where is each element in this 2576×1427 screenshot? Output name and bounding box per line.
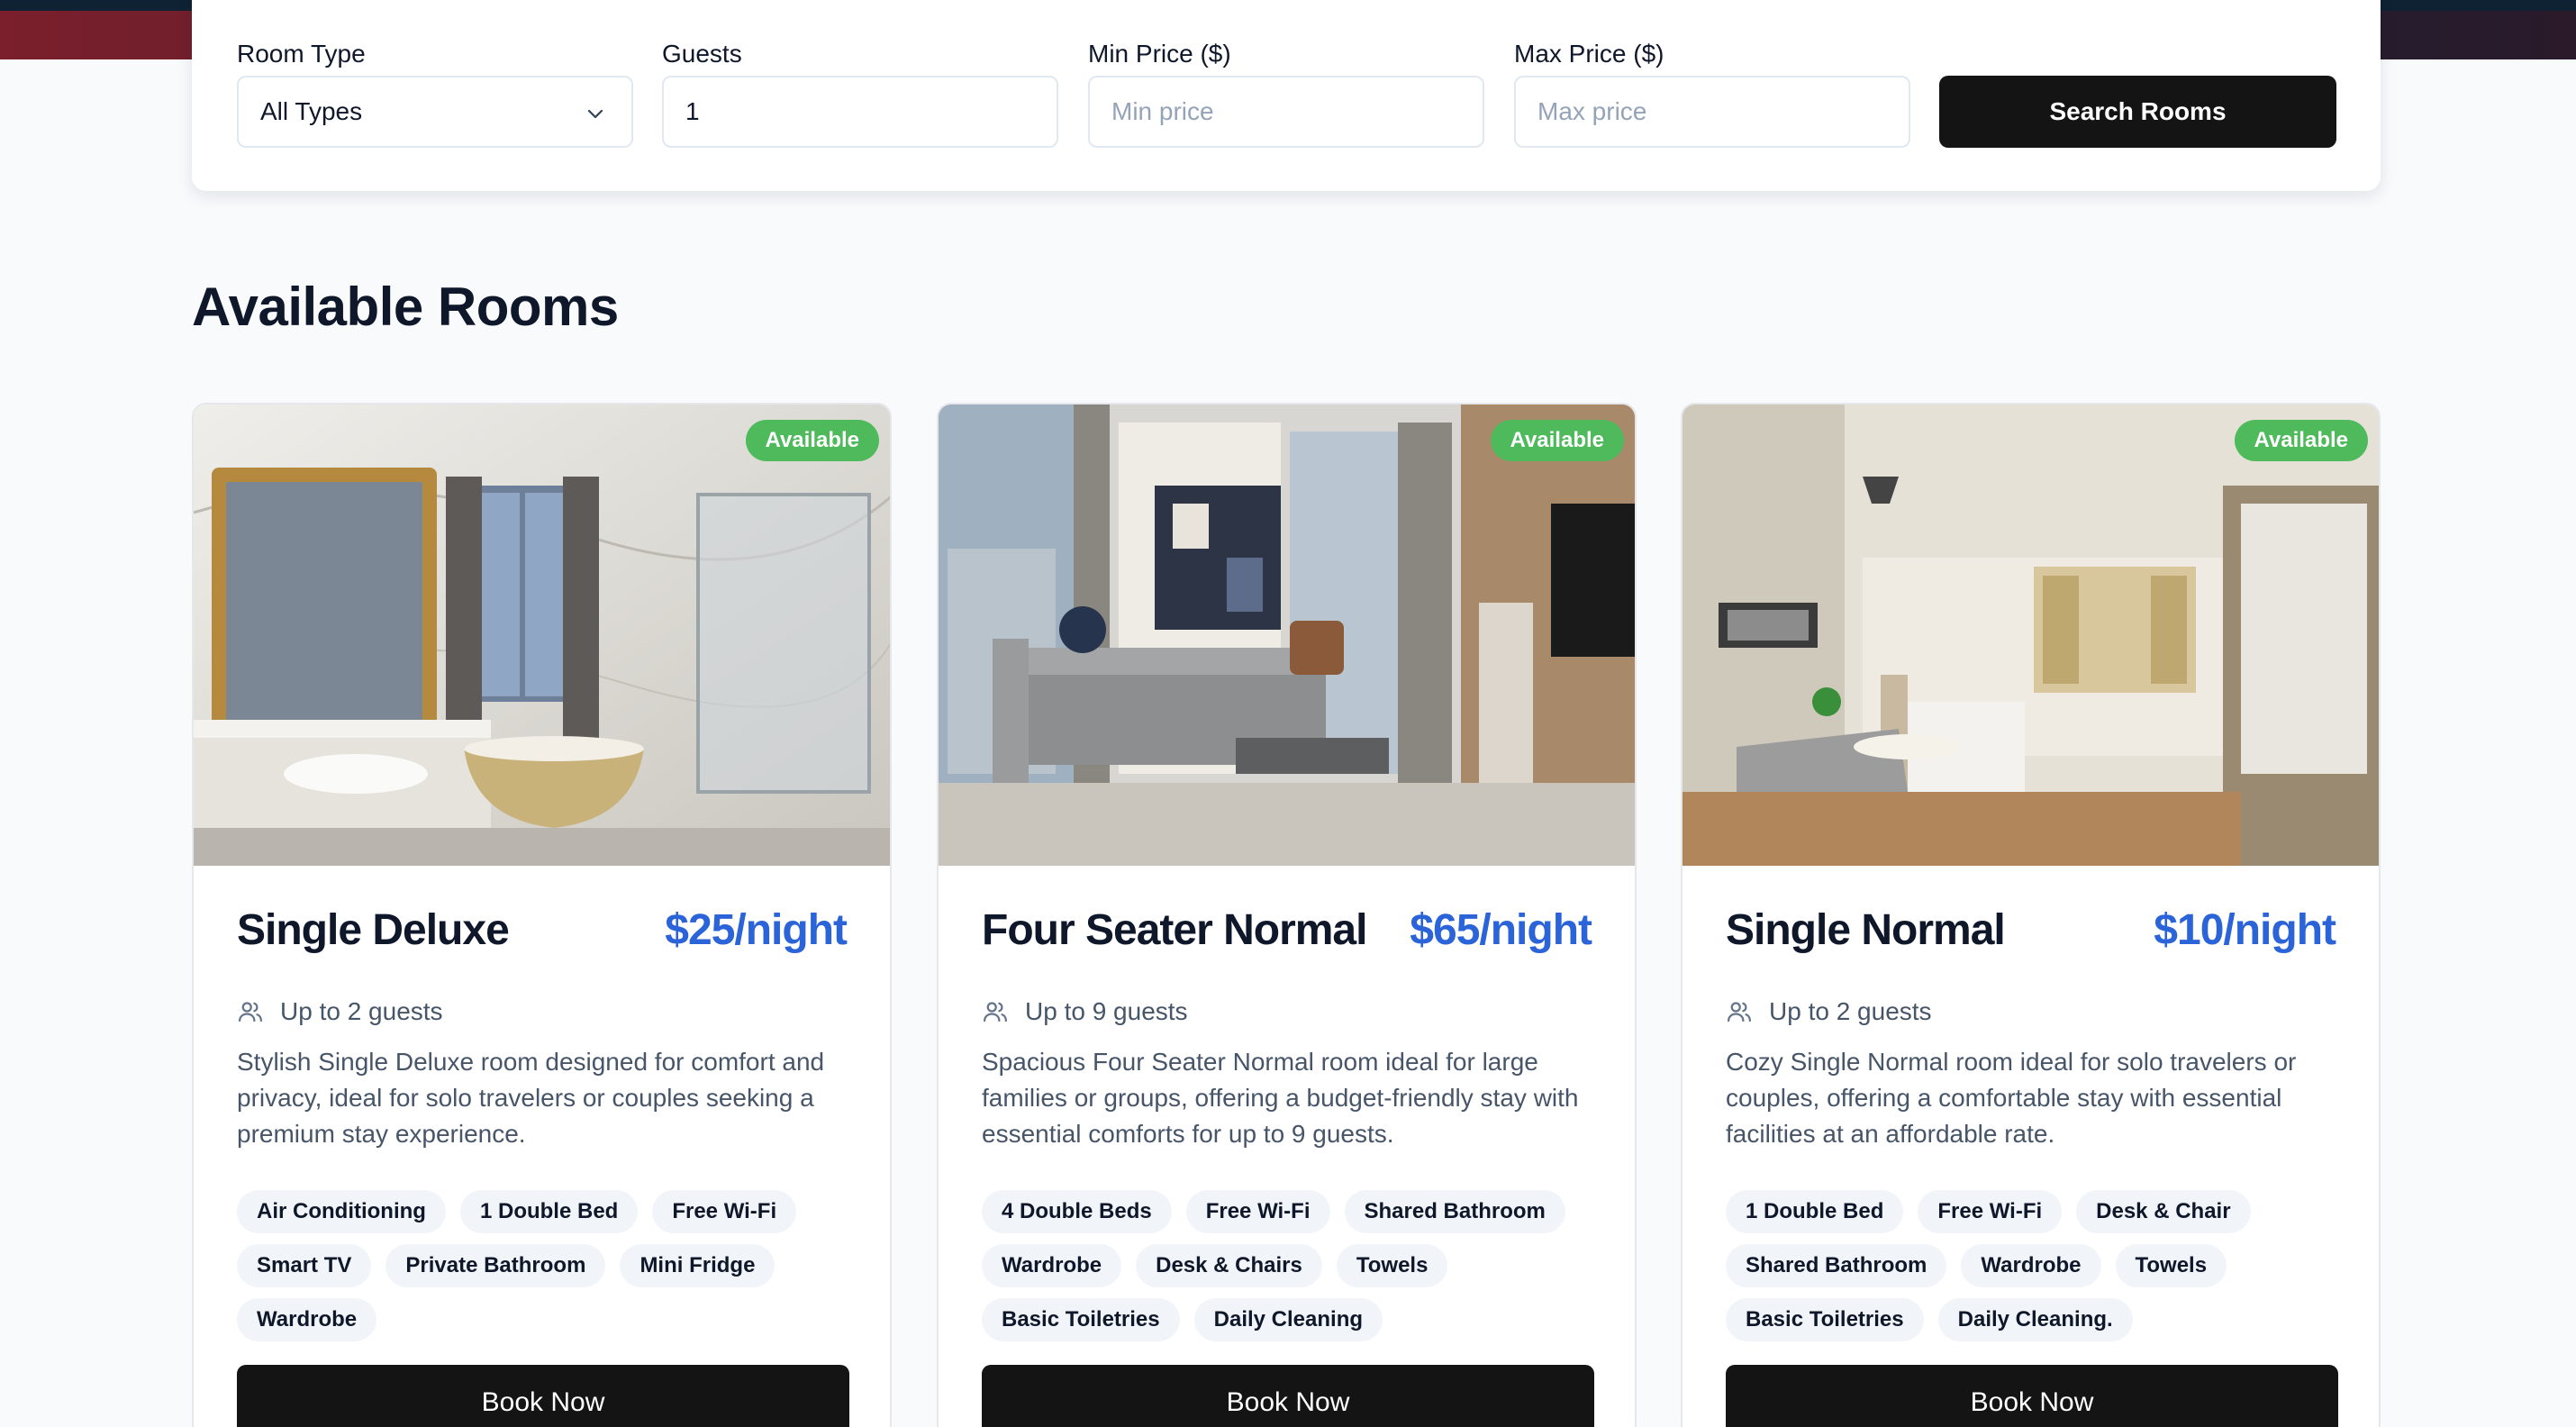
room-photo[interactable]: Available (194, 404, 890, 866)
room-card: Available Single Deluxe $25/night Up to … (192, 403, 892, 1427)
amenity-chip: 1 Double Bed (1726, 1190, 1904, 1233)
room-type-select[interactable]: All Types (237, 76, 633, 148)
room-price: $65/night (1410, 906, 1592, 954)
guest-capacity: Up to 2 guests (1726, 997, 1932, 1026)
amenity-chip: Basic Toiletries (1726, 1298, 1924, 1341)
amenity-chip: 1 Double Bed (459, 1190, 639, 1233)
book-now-button[interactable]: Book Now (1726, 1365, 2338, 1427)
amenity-chip: Daily Cleaning (1193, 1298, 1383, 1341)
room-card: Available Single Normal $10/night Up to … (1681, 403, 2381, 1427)
amenity-chip: Free Wi-Fi (1185, 1190, 1330, 1233)
amenity-chip: Basic Toiletries (982, 1298, 1180, 1341)
chevron-down-icon (587, 109, 603, 119)
guests-input[interactable]: 1 (662, 76, 1058, 148)
amenity-chip: Smart TV (237, 1244, 372, 1287)
amenity-chip: Shared Bathroom (1726, 1244, 1947, 1287)
amenity-chip: Wardrobe (982, 1244, 1122, 1287)
amenity-chip: Air Conditioning (237, 1190, 446, 1233)
amenity-chip: Shared Bathroom (1344, 1190, 1565, 1233)
amenity-chip: Daily Cleaning. (1937, 1298, 2133, 1341)
section-title: Available Rooms (192, 277, 619, 337)
guest-capacity: Up to 2 guests (237, 997, 443, 1026)
room-card: Available Four Seater Normal $65/night U… (937, 403, 1637, 1427)
amenity-chip: Private Bathroom (385, 1244, 606, 1287)
max-price-placeholder: Max price (1537, 97, 1647, 125)
room-description: Cozy Single Normal room ideal for solo t… (1726, 1048, 2297, 1148)
max-price-input[interactable]: Max price (1514, 76, 1910, 148)
room-search-panel: Room Type All Types Guests 1 Min Price (… (192, 0, 2381, 191)
users-icon (984, 1002, 1007, 1023)
room-type-label: Room Type (237, 40, 366, 68)
amenity-chip: Free Wi-Fi (652, 1190, 797, 1233)
amenity-chip: Desk & Chair (2076, 1190, 2251, 1233)
guest-capacity: Up to 9 guests (982, 997, 1188, 1026)
amenity-chip: Towels (2115, 1244, 2227, 1287)
room-photo[interactable]: Available (1683, 404, 2379, 866)
availability-badge: Available (1490, 420, 1624, 461)
room-name: Single Normal (1726, 906, 2006, 954)
guest-capacity-text: Up to 2 guests (1769, 997, 1932, 1025)
max-price-label: Max Price ($) (1514, 40, 1664, 68)
amenity-chip: Wardrobe (1961, 1244, 2101, 1287)
availability-badge: Available (2234, 420, 2368, 461)
amenity-list: 1 Double Bed Free Wi-Fi Desk & Chair Sha… (1726, 1190, 2347, 1341)
guests-label: Guests (662, 40, 742, 68)
guests-value: 1 (685, 97, 700, 125)
book-now-button[interactable]: Book Now (982, 1365, 1594, 1427)
amenity-chip: Mini Fridge (620, 1244, 776, 1287)
book-now-button[interactable]: Book Now (237, 1365, 849, 1427)
users-icon (1728, 1002, 1751, 1023)
room-photo[interactable]: Available (939, 404, 1635, 866)
room-description: Spacious Four Seater Normal room ideal f… (982, 1048, 1579, 1148)
room-price: $25/night (665, 906, 848, 954)
amenity-chip: 4 Double Beds (982, 1190, 1172, 1233)
users-icon (239, 1002, 262, 1023)
room-price: $10/night (2154, 906, 2336, 954)
min-price-label: Min Price ($) (1088, 40, 1231, 68)
amenity-chip: Wardrobe (237, 1298, 377, 1341)
min-price-input[interactable]: Min price (1088, 76, 1484, 148)
guest-capacity-text: Up to 9 guests (1025, 997, 1188, 1025)
room-name: Single Deluxe (237, 906, 510, 954)
room-name: Four Seater Normal (982, 906, 1367, 954)
amenity-chip: Desk & Chairs (1136, 1244, 1322, 1287)
room-type-value: All Types (260, 97, 363, 125)
guest-capacity-text: Up to 2 guests (280, 997, 443, 1025)
amenity-list: Air Conditioning 1 Double Bed Free Wi-Fi… (237, 1190, 858, 1341)
room-description: Stylish Single Deluxe room designed for … (237, 1048, 825, 1148)
amenity-chip: Free Wi-Fi (1918, 1190, 2063, 1233)
availability-badge: Available (745, 420, 879, 461)
amenity-list: 4 Double Beds Free Wi-Fi Shared Bathroom… (982, 1190, 1603, 1341)
search-rooms-button[interactable]: Search Rooms (1939, 76, 2336, 148)
amenity-chip: Towels (1336, 1244, 1448, 1287)
min-price-placeholder: Min price (1111, 97, 1214, 125)
